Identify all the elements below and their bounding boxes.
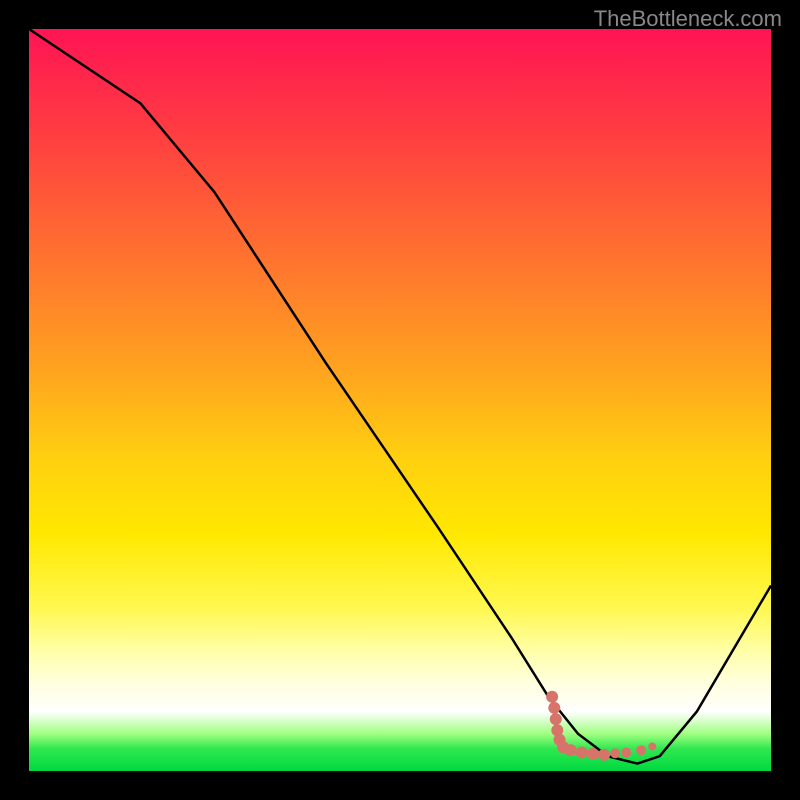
- optimal-marker: [648, 743, 656, 751]
- optimal-marker: [565, 744, 577, 756]
- optimal-marker: [548, 702, 560, 714]
- optimal-marker: [636, 745, 646, 755]
- optimal-marker: [598, 749, 610, 761]
- optimal-marker: [550, 713, 562, 725]
- optimal-marker: [546, 691, 558, 703]
- watermark-text: TheBottleneck.com: [594, 6, 782, 32]
- optimal-marker: [576, 747, 588, 759]
- optimal-marker: [610, 748, 620, 758]
- optimal-marker: [587, 748, 599, 760]
- optimal-markers: [546, 691, 656, 761]
- bottleneck-curve: [29, 29, 771, 764]
- chart-area: [29, 29, 771, 771]
- chart-overlay: [29, 29, 771, 771]
- optimal-marker: [621, 748, 631, 758]
